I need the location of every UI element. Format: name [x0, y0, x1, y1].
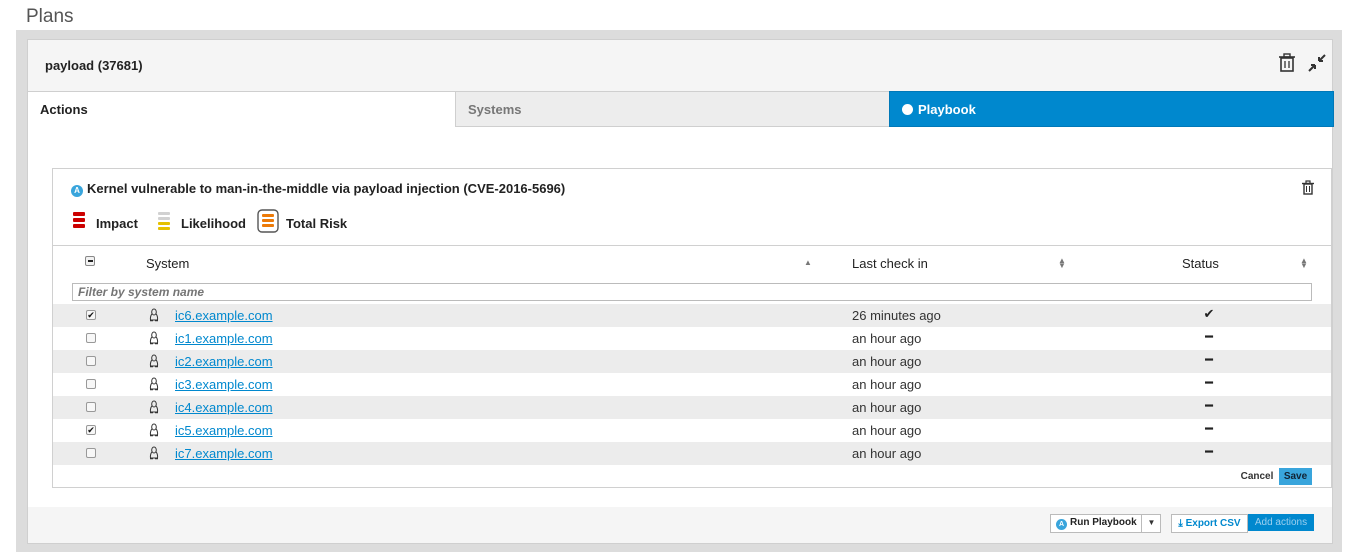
likelihood-label: Likelihood	[181, 216, 246, 231]
column-last-check[interactable]: Last check in	[852, 256, 928, 271]
linux-icon	[149, 423, 159, 437]
last-check-value: an hour ago	[852, 354, 922, 369]
trash-icon[interactable]	[1276, 52, 1298, 74]
export-csv-button[interactable]: ⤓ Export CSV	[1171, 514, 1248, 533]
total-risk-icon	[257, 209, 279, 233]
table-row: ic1.example.com an hour ago ━	[53, 327, 1331, 350]
linux-icon	[149, 400, 159, 414]
export-csv-label: Export CSV	[1185, 518, 1241, 529]
save-button[interactable]: Save	[1279, 468, 1312, 485]
collapse-icon[interactable]	[1306, 52, 1328, 74]
status-dash-icon: ━	[1205, 352, 1213, 367]
status-check-icon: ✔	[1203, 306, 1215, 321]
last-check-value: 26 minutes ago	[852, 308, 941, 323]
status-dash-icon: ━	[1205, 329, 1213, 344]
sort-asc-icon[interactable]: ▲	[804, 259, 812, 267]
system-link[interactable]: ic1.example.com	[175, 331, 273, 346]
last-check-value: an hour ago	[852, 331, 922, 346]
table-header: System ▲ Last check in ▲ ▼ Status ▲ ▼	[53, 246, 1331, 280]
total-risk-label: Total Risk	[286, 216, 348, 231]
system-link[interactable]: ic4.example.com	[175, 400, 273, 415]
tab-systems[interactable]: Systems	[455, 91, 890, 127]
sort-icon[interactable]: ▲ ▼	[1058, 257, 1066, 270]
plans-container: payload (37681) Actions Systems Playbook	[16, 30, 1342, 552]
tab-playbook-label: Playbook	[918, 102, 976, 117]
table-row: ic2.example.com an hour ago ━	[53, 350, 1331, 373]
table-row: ic7.example.com an hour ago ━	[53, 442, 1331, 465]
last-check-value: an hour ago	[852, 446, 922, 461]
table-row: ic3.example.com an hour ago ━	[53, 373, 1331, 396]
actions-content: A Kernel vulnerable to man-in-the-middle …	[28, 127, 1332, 507]
ansible-icon: A	[1056, 519, 1067, 530]
table-row: ✔ ic6.example.com 26 minutes ago ✔	[53, 304, 1331, 327]
plan-header: payload (37681)	[28, 40, 1332, 92]
row-checkbox[interactable]	[86, 448, 96, 458]
chevron-down-icon[interactable]: ▼	[1141, 514, 1161, 533]
rule-card: A Kernel vulnerable to man-in-the-middle …	[52, 168, 1332, 488]
rule-trash-icon[interactable]	[1301, 180, 1315, 196]
row-checkbox[interactable]	[86, 379, 96, 389]
last-check-value: an hour ago	[852, 377, 922, 392]
plan-tabs: Actions Systems Playbook	[28, 91, 1334, 127]
status-dash-icon: ━	[1205, 421, 1213, 436]
linux-icon	[149, 446, 159, 460]
run-playbook-label: Run Playbook	[1070, 517, 1137, 528]
ansible-icon: A	[71, 185, 83, 197]
system-link[interactable]: ic2.example.com	[175, 354, 273, 369]
impact-bars-icon	[73, 212, 85, 228]
system-link[interactable]: ic7.example.com	[175, 446, 273, 461]
status-dash-icon: ━	[1205, 375, 1213, 390]
plan-footer: A Run Playbook ▼ ⤓ Export CSV Add actions	[28, 507, 1332, 544]
total-risk-indicator: Total Risk	[257, 209, 357, 233]
system-link[interactable]: ic3.example.com	[175, 377, 273, 392]
row-checkbox[interactable]: ✔	[86, 310, 96, 320]
cancel-button[interactable]: Cancel	[1235, 468, 1279, 485]
download-icon: ⤓	[1178, 518, 1183, 529]
status-dash-icon: ━	[1205, 398, 1213, 413]
linux-icon	[149, 354, 159, 368]
row-checkbox[interactable]	[86, 333, 96, 343]
likelihood-bars-icon	[158, 212, 170, 230]
last-check-value: an hour ago	[852, 400, 922, 415]
system-link[interactable]: ic6.example.com	[175, 308, 273, 323]
plan-title: payload (37681)	[45, 58, 143, 73]
tab-playbook[interactable]: Playbook	[889, 91, 1334, 127]
linux-icon	[149, 377, 159, 391]
linux-icon	[149, 308, 159, 322]
impact-label: Impact	[96, 216, 138, 231]
impact-indicator: Impact	[72, 211, 152, 233]
rule-title-text: Kernel vulnerable to man-in-the-middle v…	[87, 181, 566, 196]
last-check-value: an hour ago	[852, 423, 922, 438]
rule-card-header: A Kernel vulnerable to man-in-the-middle …	[53, 169, 1331, 246]
table-row: ic4.example.com an hour ago ━	[53, 396, 1331, 419]
row-checkbox[interactable]	[86, 402, 96, 412]
table-row: ✔ ic5.example.com an hour ago ━	[53, 419, 1331, 442]
row-checkbox[interactable]	[86, 356, 96, 366]
page-title: Plans	[26, 6, 74, 27]
system-link[interactable]: ic5.example.com	[175, 423, 273, 438]
linux-icon	[149, 331, 159, 345]
rule-title: A Kernel vulnerable to man-in-the-middle …	[71, 181, 565, 197]
tab-actions[interactable]: Actions	[28, 91, 456, 127]
playbook-dot-icon	[902, 104, 913, 115]
add-actions-button[interactable]: Add actions	[1248, 514, 1314, 531]
select-all-checkbox[interactable]	[85, 256, 95, 266]
likelihood-indicator: Likelihood	[156, 211, 256, 233]
sort-icon[interactable]: ▲ ▼	[1300, 257, 1308, 270]
column-status[interactable]: Status	[1182, 256, 1219, 271]
status-dash-icon: ━	[1205, 444, 1213, 459]
row-checkbox[interactable]: ✔	[86, 425, 96, 435]
plan-panel: payload (37681) Actions Systems Playbook	[27, 39, 1334, 544]
filter-input[interactable]	[72, 283, 1312, 301]
column-system[interactable]: System	[146, 256, 189, 271]
